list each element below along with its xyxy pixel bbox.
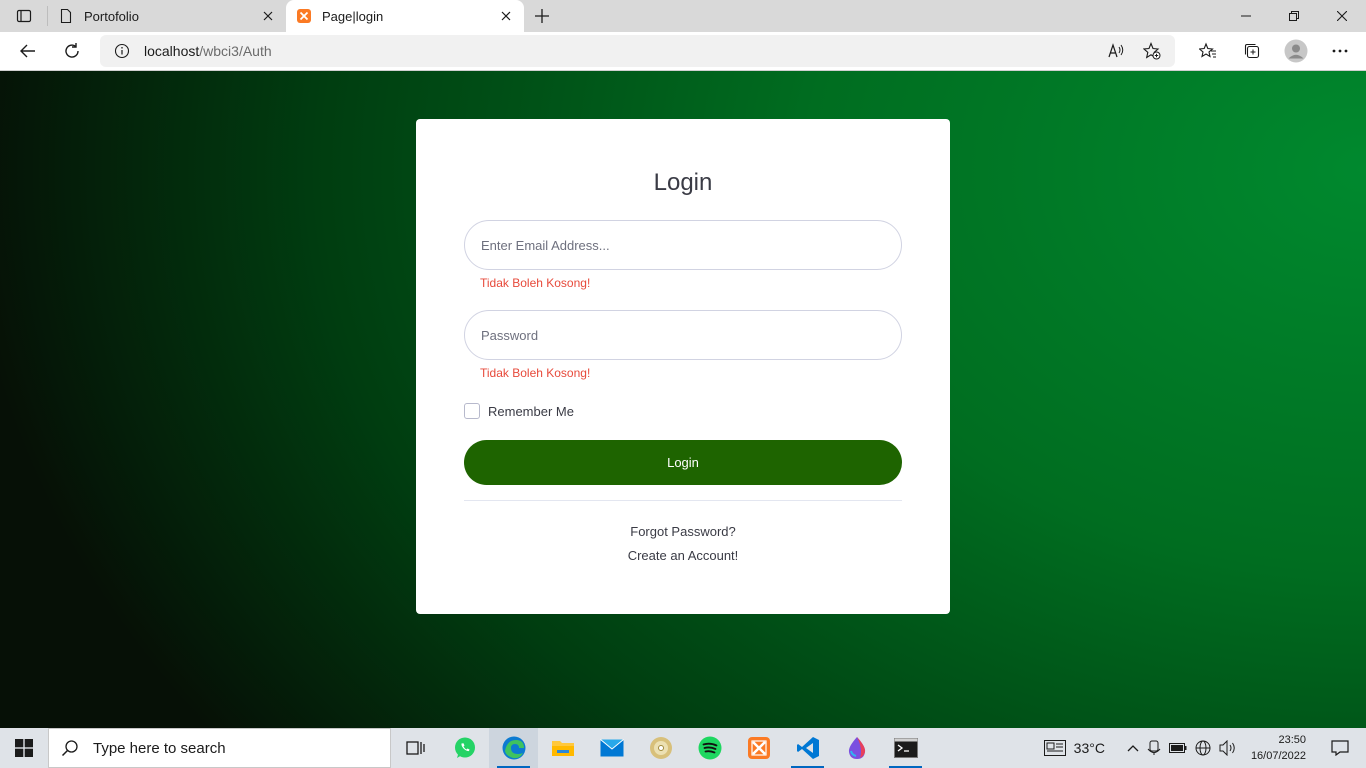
close-icon: [1337, 11, 1347, 21]
tab-actions-icon: [16, 9, 31, 23]
network-globe-icon[interactable]: [1195, 740, 1211, 756]
folder-icon: [551, 741, 574, 756]
windows-taskbar: Type here to search 33°C 23:50 16/07/202…: [0, 728, 1366, 768]
more-dots-icon: [1332, 49, 1348, 53]
meet-now-icon[interactable]: [1147, 740, 1161, 756]
terminal-button[interactable]: [881, 728, 930, 768]
address-bar[interactable]: localhost/wbci3/Auth: [100, 35, 1175, 67]
browser-toolbar: localhost/wbci3/Auth: [0, 32, 1366, 71]
url-host: localhost: [144, 43, 200, 59]
xampp-control-icon: [747, 737, 770, 759]
tab-page-login[interactable]: Page|login: [286, 0, 524, 32]
back-button[interactable]: [8, 35, 48, 67]
task-view-button[interactable]: [391, 728, 440, 768]
taskbar-apps: [391, 728, 930, 768]
settings-more-button[interactable]: [1324, 35, 1356, 67]
divider: [464, 500, 902, 501]
task-view-icon: [405, 741, 425, 755]
password-error-message: Tidak Boleh Kosong!: [480, 366, 591, 380]
paint-button[interactable]: [832, 728, 881, 768]
address-bar-actions: [1107, 35, 1161, 67]
create-account-link[interactable]: Create an Account!: [416, 548, 950, 563]
url-path: /wbci3/Auth: [199, 43, 272, 59]
spotify-icon: [698, 736, 721, 760]
login-button[interactable]: Login: [464, 440, 902, 485]
tab-actions-button[interactable]: [0, 6, 48, 26]
minimize-icon: [1241, 15, 1251, 17]
windows-logo-icon: [15, 739, 33, 757]
avatar-icon: [1284, 39, 1308, 63]
login-card: Login Tidak Boleh Kosong! Tidak Boleh Ko…: [416, 119, 950, 614]
close-window-button[interactable]: [1318, 0, 1366, 32]
mail-button[interactable]: [587, 728, 636, 768]
refresh-icon: [65, 43, 79, 58]
page-background: Login Tidak Boleh Kosong! Tidak Boleh Ko…: [0, 71, 1366, 728]
email-error-message: Tidak Boleh Kosong!: [480, 276, 591, 290]
xampp-icon: [297, 9, 311, 23]
toolbar-right-actions: [1192, 35, 1356, 67]
news-widget-icon[interactable]: [1043, 740, 1066, 756]
system-tray: 33°C 23:50 16/07/2022: [1043, 728, 1366, 768]
profile-button[interactable]: [1280, 35, 1312, 67]
remember-me-checkbox[interactable]: [464, 403, 480, 419]
clock[interactable]: 23:50 16/07/2022: [1245, 732, 1312, 764]
close-tab-icon[interactable]: [260, 8, 276, 24]
taskbar-search-box[interactable]: Type here to search: [48, 728, 391, 768]
vscode-button[interactable]: [783, 728, 832, 768]
chevron-up-icon[interactable]: [1127, 744, 1139, 752]
vscode-icon: [796, 737, 819, 759]
browser-tab-strip: Portofolio Page|login: [0, 0, 1366, 32]
whatsapp-button[interactable]: [440, 728, 489, 768]
restore-button[interactable]: [1270, 0, 1318, 32]
start-button[interactable]: [0, 728, 48, 768]
search-icon: [61, 740, 78, 757]
file-explorer-button[interactable]: [538, 728, 587, 768]
close-tab-icon[interactable]: [498, 8, 514, 24]
favorites-button[interactable]: [1192, 35, 1224, 67]
clock-date: 16/07/2022: [1250, 750, 1306, 762]
plus-icon: [535, 9, 549, 23]
arrow-left-icon: [20, 44, 35, 58]
volume-icon[interactable]: [1219, 740, 1237, 756]
battery-icon[interactable]: [1168, 743, 1187, 753]
remember-me: Remember Me: [464, 403, 574, 419]
collections-button[interactable]: [1236, 35, 1268, 67]
read-aloud-icon[interactable]: [1107, 42, 1125, 60]
notifications-icon[interactable]: [1320, 740, 1360, 756]
favorites-icon: [1199, 42, 1216, 58]
edge-icon: [502, 736, 525, 760]
page-icon: [60, 8, 72, 24]
clock-time: 23:50: [1278, 734, 1306, 746]
weather-temperature[interactable]: 33°C: [1074, 740, 1105, 756]
tab-title: Portofolio: [84, 8, 139, 24]
paint-drop-icon: [848, 737, 865, 759]
media-player-button[interactable]: [636, 728, 685, 768]
url-text: localhost/wbci3/Auth: [144, 43, 272, 59]
xampp-button[interactable]: [734, 728, 783, 768]
login-title: Login: [653, 169, 713, 196]
edge-button[interactable]: [489, 728, 538, 768]
disc-icon: [649, 737, 672, 759]
add-favorite-icon[interactable]: [1143, 42, 1161, 60]
restore-icon: [1289, 11, 1299, 21]
refresh-button[interactable]: [52, 35, 92, 67]
new-tab-button[interactable]: [524, 0, 560, 32]
minimize-button[interactable]: [1222, 0, 1270, 32]
spotify-button[interactable]: [685, 728, 734, 768]
window-controls: [1222, 0, 1366, 32]
remember-me-label[interactable]: Remember Me: [488, 404, 574, 419]
mail-icon: [599, 739, 624, 757]
terminal-icon: [893, 738, 918, 758]
tab-portofolio[interactable]: Portofolio: [48, 0, 286, 32]
email-input[interactable]: [464, 220, 902, 270]
collections-icon: [1244, 43, 1260, 59]
forgot-password-link[interactable]: Forgot Password?: [416, 524, 950, 539]
whatsapp-icon: [454, 737, 475, 758]
search-placeholder: Type here to search: [93, 739, 226, 757]
password-input[interactable]: [464, 310, 902, 360]
info-icon[interactable]: [114, 43, 130, 59]
tab-title: Page|login: [322, 8, 384, 24]
